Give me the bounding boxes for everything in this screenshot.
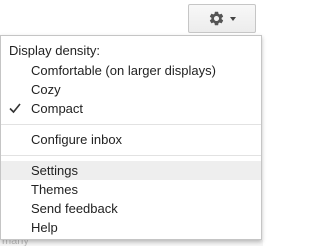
configure-inbox-item[interactable]: Configure inbox [1,130,261,149]
page: many Display density: Comfortable (on la… [0,0,263,246]
menu-item-label: Compact [31,101,84,116]
settings-gear-button[interactable] [188,4,256,33]
menu-item-label: Cozy [31,82,61,97]
menu-item-label: Themes [31,182,78,197]
help-item[interactable]: Help [1,218,261,237]
density-option-comfortable[interactable]: Comfortable (on larger displays) [1,61,261,80]
settings-dropdown-menu: Display density: Comfortable (on larger … [0,35,262,240]
background-content [0,240,263,246]
menu-item-label: Help [31,220,58,235]
density-option-cozy[interactable]: Cozy [1,80,261,99]
send-feedback-item[interactable]: Send feedback [1,199,261,218]
menu-item-label: Send feedback [31,201,118,216]
themes-item[interactable]: Themes [1,180,261,199]
menu-item-label: Configure inbox [31,132,123,147]
menu-divider [1,124,261,125]
display-density-heading: Display density: [9,43,101,58]
gear-icon [209,11,224,26]
menu-item-label: Comfortable (on larger displays) [31,63,216,78]
menu-item-label: Settings [31,163,78,178]
caret-down-icon [230,17,236,21]
density-option-compact[interactable]: Compact [1,99,261,118]
settings-item[interactable]: Settings [1,161,261,180]
menu-divider [1,155,261,156]
checkmark-icon [9,103,21,114]
